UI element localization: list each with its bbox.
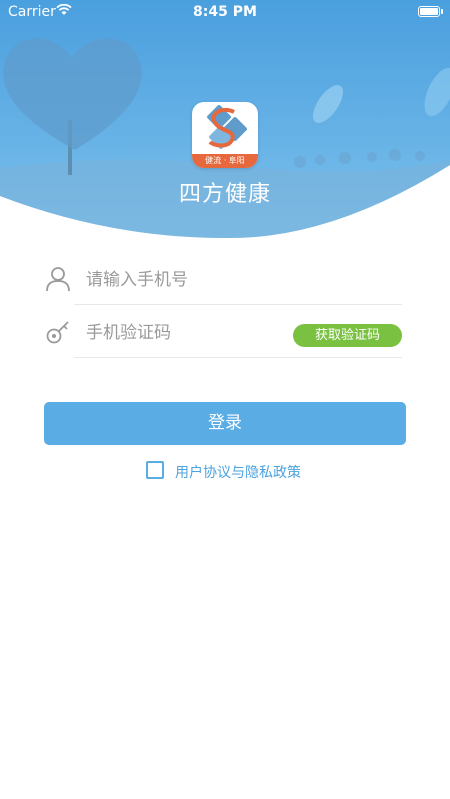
agreement-checkbox[interactable] xyxy=(146,461,164,479)
phone-divider xyxy=(74,304,402,305)
code-row: 获取验证码 xyxy=(44,306,406,358)
agreement-link[interactable]: 用户协议与隐私政策 xyxy=(175,462,301,482)
app-logo-mark xyxy=(207,105,247,149)
user-icon xyxy=(46,267,70,292)
get-code-button[interactable]: 获取验证码 xyxy=(293,324,402,347)
logo-band: 健流 · 阜阳 xyxy=(192,154,258,168)
phone-input[interactable] xyxy=(84,265,288,295)
app-name: 四方健康 xyxy=(178,182,271,207)
battery-tip xyxy=(441,9,443,14)
code-input[interactable] xyxy=(84,318,288,348)
battery-icon xyxy=(418,6,440,17)
status-time: 8:45 PM xyxy=(193,4,257,20)
header-banner: Carrier 8:45 PM 健流 · 阜阳 四方健康 xyxy=(0,0,450,240)
code-divider xyxy=(74,357,402,358)
login-button[interactable]: 登录 xyxy=(44,402,406,445)
key-icon xyxy=(46,321,69,344)
phone-row xyxy=(44,253,406,305)
status-bar: Carrier 8:45 PM xyxy=(0,0,450,24)
app-logo: 健流 · 阜阳 xyxy=(192,102,258,168)
